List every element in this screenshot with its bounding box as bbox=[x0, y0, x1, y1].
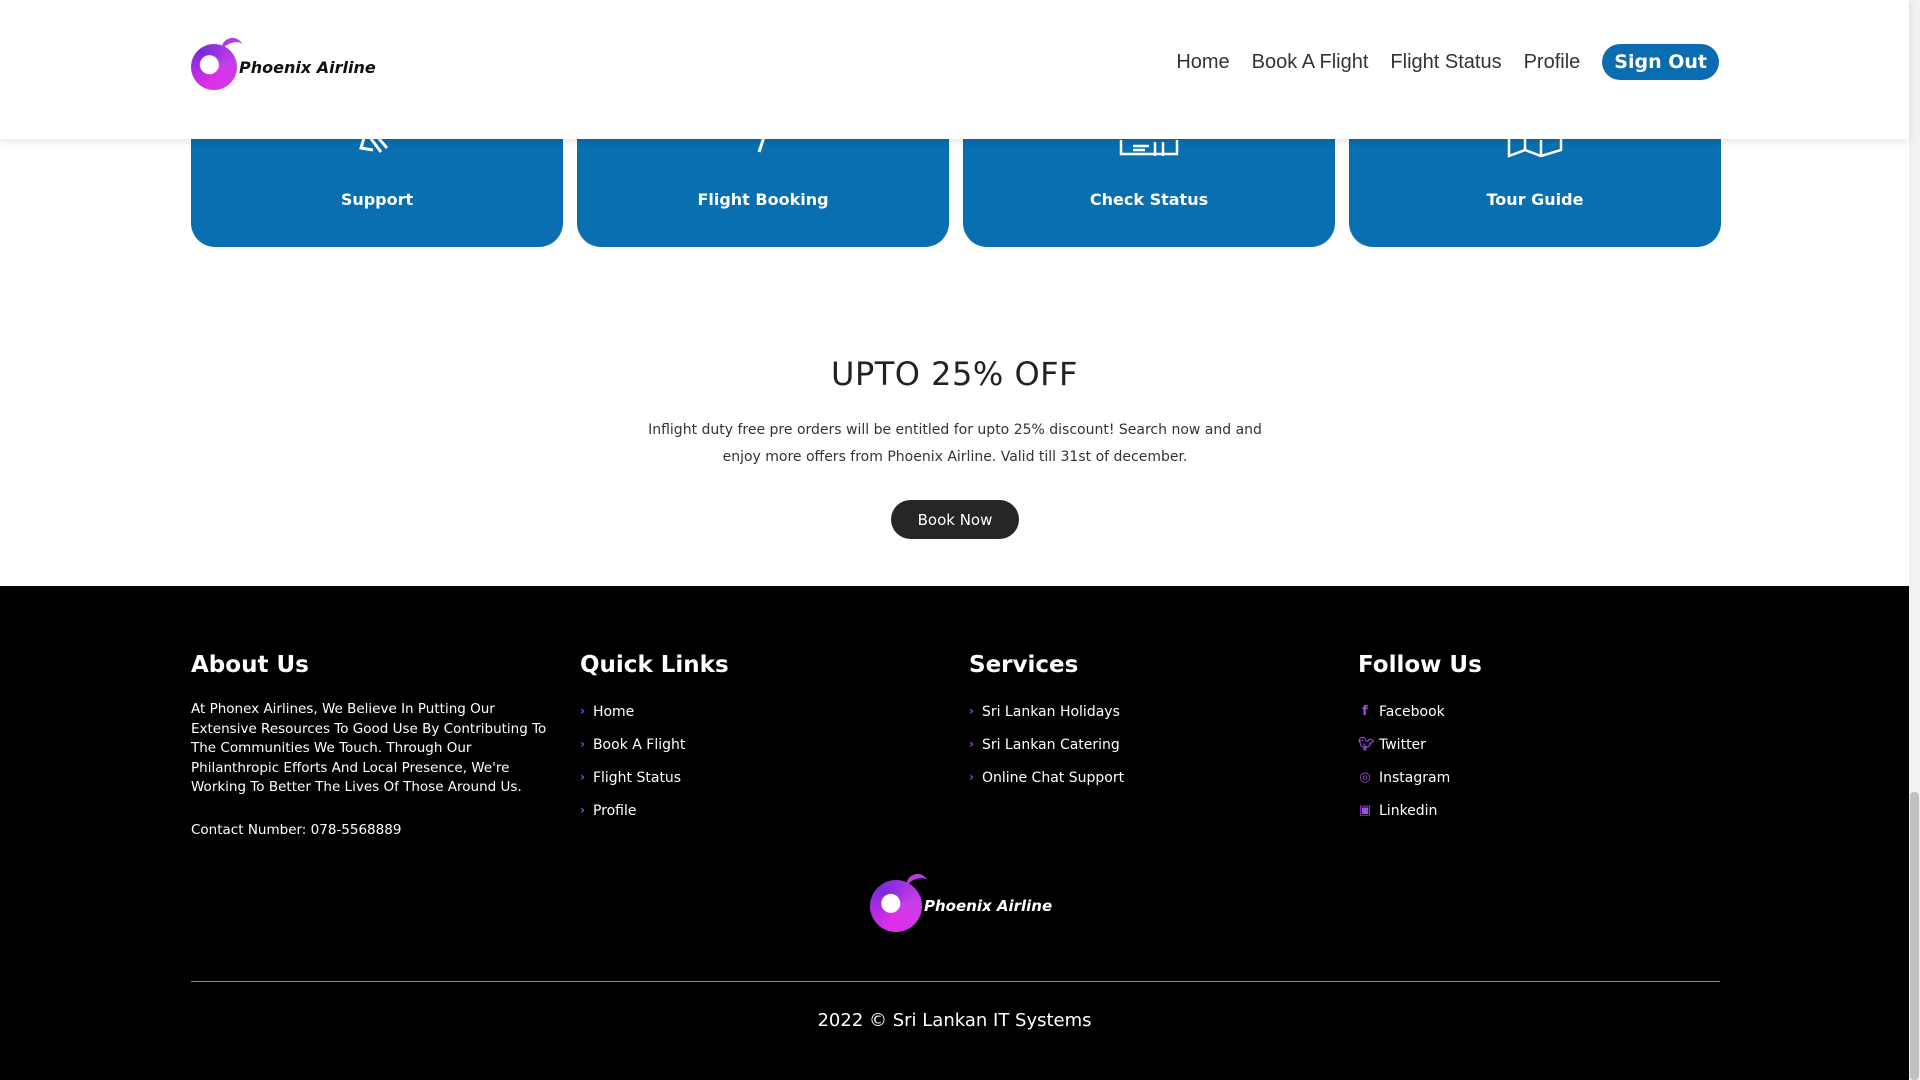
nav-profile[interactable]: Profile bbox=[1524, 51, 1581, 74]
chevron-right-icon: › bbox=[580, 770, 585, 784]
footer-follow-us: Follow Us f Facebook 🐦︎ Twitter ◎ Instagram… bbox=[1358, 652, 1482, 836]
service-link-chat-support[interactable]: › Online Chat Support bbox=[969, 770, 1124, 803]
services-heading: Services bbox=[969, 652, 1079, 678]
quick-link-book-a-flight[interactable]: › Book A Flight bbox=[580, 737, 729, 770]
chevron-right-icon: › bbox=[969, 770, 974, 784]
brand-name: Phoenix Airline bbox=[239, 57, 376, 77]
contact-number: Contact Number: 078-5568889 bbox=[191, 821, 402, 838]
copyright-text: 2022 © Sri Lankan IT Systems bbox=[817, 1010, 1092, 1031]
link-label: Instagram bbox=[1379, 770, 1451, 786]
quick-links-heading: Quick Links bbox=[580, 652, 729, 678]
link-label: Online Chat Support bbox=[981, 770, 1125, 786]
footer-brand-name: Phoenix Airline bbox=[924, 897, 1053, 915]
page-scrollbar-thumb[interactable] bbox=[1910, 792, 1919, 1080]
book-now-button[interactable]: Book Now bbox=[891, 500, 1019, 539]
social-link-facebook[interactable]: f Facebook bbox=[1358, 704, 1482, 737]
facebook-icon: f bbox=[1362, 704, 1368, 719]
chevron-right-icon: › bbox=[580, 704, 585, 718]
main-nav: Home Book A Flight Flight Status Profile… bbox=[1176, 44, 1719, 80]
chevron-right-icon: › bbox=[580, 737, 585, 751]
brand-logo[interactable]: Phoenix Airline bbox=[191, 44, 376, 90]
link-label: Flight Status bbox=[592, 770, 682, 786]
footer-divider bbox=[191, 981, 1720, 982]
linkedin-icon: ▣ bbox=[1358, 803, 1372, 818]
link-label: Twitter bbox=[1379, 737, 1426, 753]
footer-quick-links: Quick Links › Home › Book A Flight › Flight… bbox=[580, 652, 729, 836]
nav-book-a-flight[interactable]: Book A Flight bbox=[1252, 51, 1369, 74]
phoenix-logo-icon bbox=[191, 44, 237, 90]
about-heading: About Us bbox=[191, 652, 309, 678]
quick-link-profile[interactable]: › Profile bbox=[580, 803, 729, 836]
sign-out-button[interactable]: Sign Out bbox=[1602, 44, 1719, 80]
follow-heading: Follow Us bbox=[1358, 652, 1482, 678]
nav-home[interactable]: Home bbox=[1176, 51, 1229, 74]
link-label: Sri Lankan Holidays bbox=[981, 704, 1120, 720]
link-label: Facebook bbox=[1379, 704, 1445, 720]
card-label: Support bbox=[340, 190, 414, 209]
footer-services: Services › Sri Lankan Holidays › Sri Lanka… bbox=[969, 652, 1124, 803]
quick-link-flight-status[interactable]: › Flight Status bbox=[580, 770, 729, 803]
social-link-instagram[interactable]: ◎ Instagram bbox=[1358, 770, 1482, 803]
quick-link-home[interactable]: › Home bbox=[580, 704, 729, 737]
twitter-icon: 🐦︎ bbox=[1358, 737, 1375, 752]
chevron-right-icon: › bbox=[580, 803, 585, 817]
footer-brand-logo[interactable]: Phoenix Airline bbox=[870, 880, 1052, 932]
card-label: Check Status bbox=[1089, 190, 1209, 209]
social-link-twitter[interactable]: 🐦︎ Twitter bbox=[1358, 737, 1482, 770]
link-label: Sri Lankan Catering bbox=[981, 737, 1120, 753]
about-text: At Phonex Airlines, We Believe In Puttin… bbox=[191, 701, 547, 795]
service-link-holidays[interactable]: › Sri Lankan Holidays bbox=[969, 704, 1124, 737]
social-link-linkedin[interactable]: ▣ Linkedin bbox=[1358, 803, 1482, 836]
offer-description: Inflight duty free pre orders will be en… bbox=[648, 422, 1262, 465]
site-footer: About Us At Phonex Airlines, We Believe … bbox=[0, 586, 1909, 1080]
card-label: Flight Booking bbox=[697, 190, 829, 209]
link-label: Linkedin bbox=[1379, 803, 1438, 819]
card-label: Tour Guide bbox=[1486, 190, 1584, 209]
nav-flight-status[interactable]: Flight Status bbox=[1390, 51, 1501, 74]
service-link-catering[interactable]: › Sri Lankan Catering bbox=[969, 737, 1124, 770]
footer-about: About Us At Phonex Airlines, We Believe … bbox=[191, 652, 553, 838]
chevron-right-icon: › bbox=[969, 704, 974, 718]
phoenix-logo-icon bbox=[870, 880, 922, 932]
link-label: Profile bbox=[592, 803, 637, 819]
offer-title: UPTO 25% OFF bbox=[831, 355, 1078, 393]
instagram-icon: ◎ bbox=[1359, 770, 1371, 785]
site-header: Phoenix Airline Home Book A Flight Fligh… bbox=[0, 0, 1909, 139]
chevron-right-icon: › bbox=[969, 737, 974, 751]
link-label: Book A Flight bbox=[592, 737, 686, 753]
link-label: Home bbox=[592, 704, 635, 720]
